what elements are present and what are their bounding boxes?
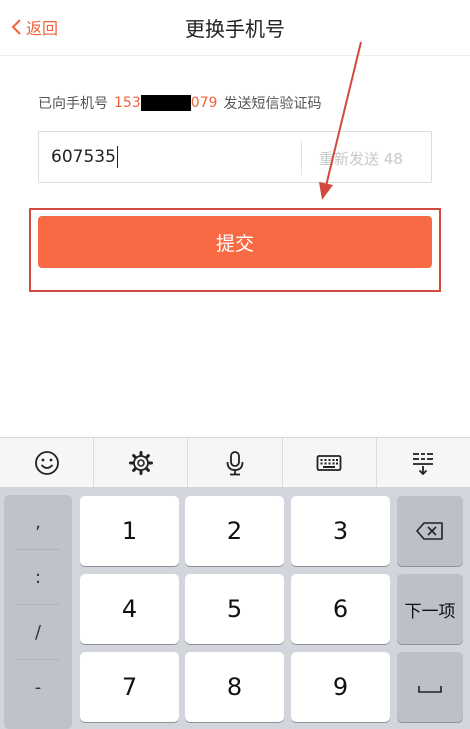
emoji-icon — [34, 450, 59, 475]
key-8[interactable]: 8 — [185, 652, 284, 722]
key-3[interactable]: 3 — [291, 496, 390, 566]
settings-button[interactable] — [94, 438, 189, 487]
key-9[interactable]: 9 — [291, 652, 390, 722]
key-4[interactable]: 4 — [80, 574, 179, 644]
symbol-key[interactable]: - — [16, 660, 60, 715]
page-title: 更换手机号 — [185, 17, 285, 41]
resend-countdown: 48 — [383, 150, 403, 168]
tip-prefix: 已向手机号 — [38, 96, 108, 112]
backspace-icon — [416, 522, 443, 540]
text-caret — [116, 146, 118, 168]
space-key[interactable] — [397, 652, 463, 722]
delete-key[interactable] — [397, 496, 463, 566]
code-divider — [301, 141, 302, 175]
verification-code-input[interactable]: 607535 — [51, 146, 118, 168]
key-6[interactable]: 6 — [291, 574, 390, 644]
emoji-button[interactable] — [0, 438, 95, 487]
voice-input-button[interactable] — [188, 438, 283, 487]
submit-button[interactable]: 提交 — [38, 216, 432, 268]
switch-keyboard-button[interactable] — [283, 438, 377, 487]
key-5[interactable]: 5 — [185, 574, 284, 644]
phone-end: 079 — [190, 95, 218, 111]
next-field-label: 下一项 — [404, 601, 456, 622]
symbol-key[interactable]: : — [16, 550, 60, 605]
resend-button[interactable]: 重新发送 48 — [319, 148, 403, 169]
phone-start: 153 — [114, 95, 141, 111]
collapse-keyboard-icon — [413, 452, 434, 475]
phone-redaction — [140, 95, 191, 111]
nav-bar: 返回 更换手机号 — [0, 0, 470, 56]
gear-icon — [128, 450, 153, 475]
space-icon — [418, 686, 442, 693]
sms-tip: 已向手机号 153 079 发送短信验证码 — [38, 93, 321, 113]
symbol-key[interactable]: / — [16, 605, 60, 660]
microphone-icon — [226, 450, 244, 475]
next-field-key[interactable]: 下一项 — [397, 574, 463, 644]
keyboard-toolbar — [0, 437, 470, 487]
collapse-keyboard-button[interactable] — [377, 438, 470, 487]
submit-label: 提交 — [215, 232, 254, 255]
key-1[interactable]: 1 — [80, 496, 179, 566]
symbol-column: , : / - — [4, 495, 72, 729]
verification-code-box: 607535 重新发送 48 — [38, 131, 432, 183]
code-value: 607535 — [51, 147, 116, 167]
key-2[interactable]: 2 — [185, 496, 284, 566]
main-content: 已向手机号 153 079 发送短信验证码 607535 重新发送 48 提交 — [0, 57, 470, 437]
symbol-key[interactable]: , — [16, 495, 60, 550]
resend-label: 重新发送 — [319, 150, 380, 168]
key-7[interactable]: 7 — [80, 652, 179, 722]
numeric-keyboard: , : / - 1 2 3 4 5 6 下一项 7 8 9 — [0, 487, 470, 729]
keyboard-icon — [316, 454, 342, 471]
tip-suffix: 发送短信验证码 — [223, 96, 322, 112]
